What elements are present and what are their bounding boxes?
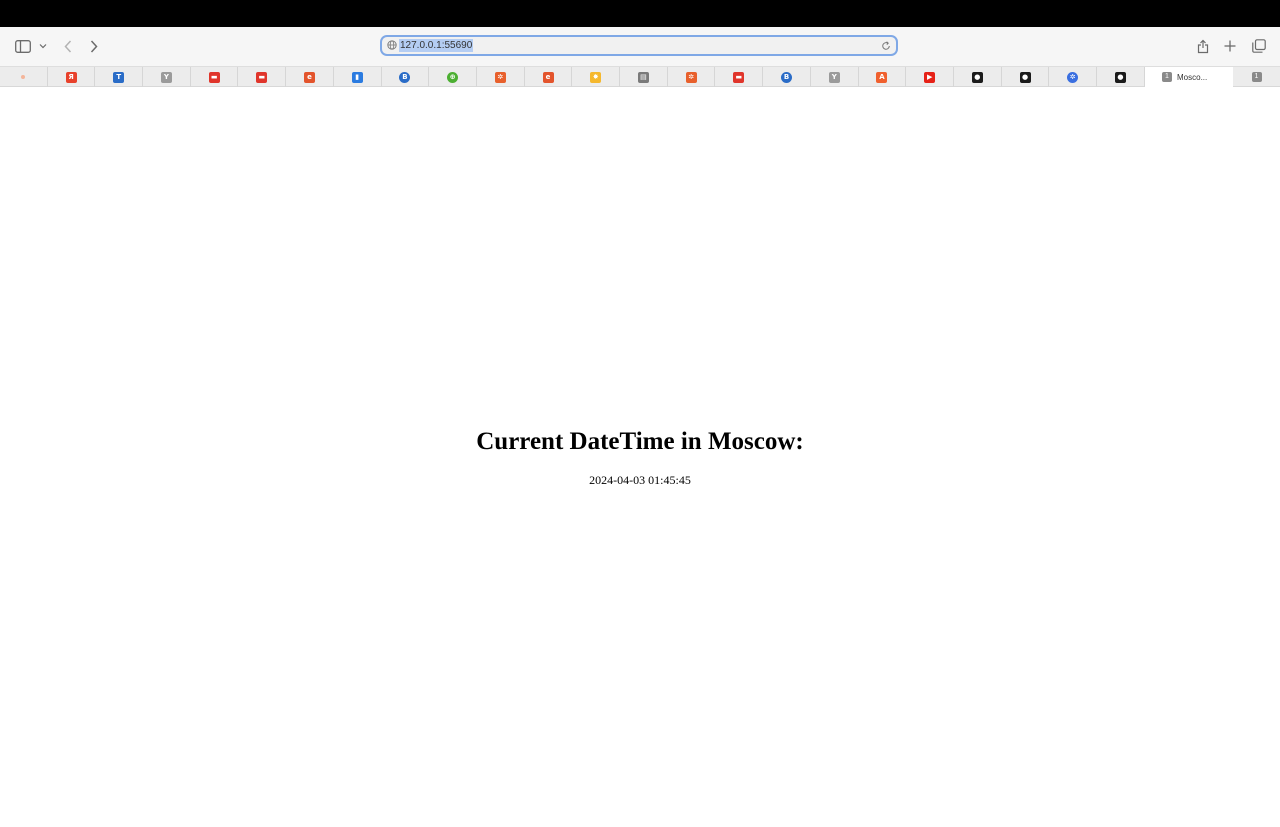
tab-label: Mosco... bbox=[1177, 72, 1208, 82]
favorite-item[interactable]: ⊕ bbox=[429, 67, 477, 87]
e-logo-icon: e bbox=[542, 71, 554, 83]
chevron-right-icon bbox=[90, 39, 98, 53]
globe-icon: ⊕ bbox=[447, 71, 459, 83]
kubernetes-icon: ✲ bbox=[1067, 71, 1079, 83]
github-icon: ● bbox=[1114, 71, 1126, 83]
a-logo-icon: A bbox=[876, 71, 888, 83]
favorite-item[interactable] bbox=[0, 67, 48, 87]
gear-icon: ✲ bbox=[685, 71, 697, 83]
back-button[interactable] bbox=[62, 36, 74, 56]
sidebar-icon bbox=[15, 39, 31, 53]
favorite-item[interactable]: ▶ bbox=[906, 67, 954, 87]
favorite-item[interactable]: ▬ bbox=[191, 67, 239, 87]
globe-icon bbox=[387, 40, 397, 50]
favorite-item[interactable]: ✲ bbox=[477, 67, 525, 87]
favorite-item[interactable]: ● bbox=[1002, 67, 1050, 87]
favorite-item[interactable]: ● bbox=[1097, 67, 1145, 87]
new-tab-button[interactable] bbox=[1223, 36, 1237, 56]
car-icon: ▬ bbox=[733, 71, 745, 83]
page-title: Current DateTime in Moscow: bbox=[476, 428, 804, 455]
chevron-left-icon bbox=[64, 39, 72, 53]
favorite-item[interactable]: Y bbox=[143, 67, 191, 87]
gear-icon: ✲ bbox=[494, 71, 506, 83]
dot-icon bbox=[21, 75, 26, 79]
favorite-item[interactable]: B bbox=[763, 67, 811, 87]
y-logo-icon: Y bbox=[160, 71, 172, 83]
yandex-icon: Я bbox=[65, 71, 77, 83]
datetime-value: 2024-04-03 01:45:45 bbox=[589, 473, 691, 487]
e-logo-icon: e bbox=[304, 71, 316, 83]
favorite-item[interactable]: Я bbox=[48, 67, 96, 87]
youtube-icon: ▶ bbox=[924, 71, 936, 83]
sidebar-toggle-button[interactable] bbox=[14, 36, 32, 56]
favorite-item[interactable]: B bbox=[382, 67, 430, 87]
github-icon: ● bbox=[1019, 71, 1031, 83]
favorite-item[interactable]: ✲ bbox=[1049, 67, 1098, 87]
tab-moscow[interactable]: 1 Mosco... bbox=[1145, 67, 1233, 87]
favorite-item[interactable]: T bbox=[95, 67, 144, 87]
tab-badge: 1 bbox=[1162, 72, 1172, 82]
sidebar-menu-button[interactable] bbox=[38, 36, 48, 56]
forward-button[interactable] bbox=[88, 36, 100, 56]
address-bar[interactable]: 127.0.0.1:55690 bbox=[380, 35, 898, 56]
favorites-bar: 1 Mosco... 1 Я T Y ▬ ▬ e ▮ B ⊕ ✲ e ✸ ▤ ✲ ▬ B Y A ▶ ● ● ✲ ● bbox=[0, 66, 1280, 87]
car-icon: ▬ bbox=[256, 71, 268, 83]
favorite-item[interactable]: e bbox=[286, 67, 334, 87]
tab-badge: 1 bbox=[1251, 72, 1262, 82]
b-logo-icon: B bbox=[399, 71, 411, 83]
favorite-item[interactable]: ▤ bbox=[620, 67, 668, 87]
b-logo-icon: B bbox=[781, 71, 793, 83]
favorite-item[interactable]: ✸ bbox=[572, 67, 621, 87]
browser-toolbar: 127.0.0.1:55690 bbox=[0, 27, 1280, 66]
favorite-item[interactable]: ▬ bbox=[239, 67, 287, 87]
t-logo-icon: T bbox=[113, 71, 125, 83]
github-icon: ● bbox=[971, 71, 983, 83]
favorite-item[interactable]: ✲ bbox=[668, 67, 716, 87]
favorite-item[interactable]: ● bbox=[954, 67, 1002, 87]
url-text[interactable]: 127.0.0.1:55690 bbox=[399, 39, 474, 52]
favorite-item[interactable]: A bbox=[859, 67, 907, 87]
tab-extra[interactable]: 1 bbox=[1233, 67, 1280, 87]
document-icon: ▤ bbox=[637, 71, 649, 83]
favorite-item[interactable]: e bbox=[525, 67, 573, 87]
reload-icon[interactable] bbox=[881, 41, 891, 51]
tab-overview-icon bbox=[1252, 39, 1266, 53]
favorite-item[interactable]: ▮ bbox=[334, 67, 382, 87]
favorite-item[interactable]: Y bbox=[811, 67, 859, 87]
favorite-item[interactable]: ▬ bbox=[716, 67, 764, 87]
share-button[interactable] bbox=[1196, 36, 1210, 56]
car-icon: ▬ bbox=[208, 71, 220, 83]
sun-icon: ✸ bbox=[590, 71, 602, 83]
page-content: Current DateTime in Moscow: 2024-04-03 0… bbox=[0, 87, 1280, 827]
tab-overview-button[interactable] bbox=[1251, 36, 1267, 56]
plus-icon bbox=[1224, 40, 1236, 52]
chevron-down-icon bbox=[39, 44, 47, 49]
system-menu-bar bbox=[0, 0, 1280, 27]
share-icon bbox=[1197, 39, 1209, 53]
y-logo-icon: Y bbox=[828, 71, 840, 83]
book-icon: ▮ bbox=[351, 71, 363, 83]
